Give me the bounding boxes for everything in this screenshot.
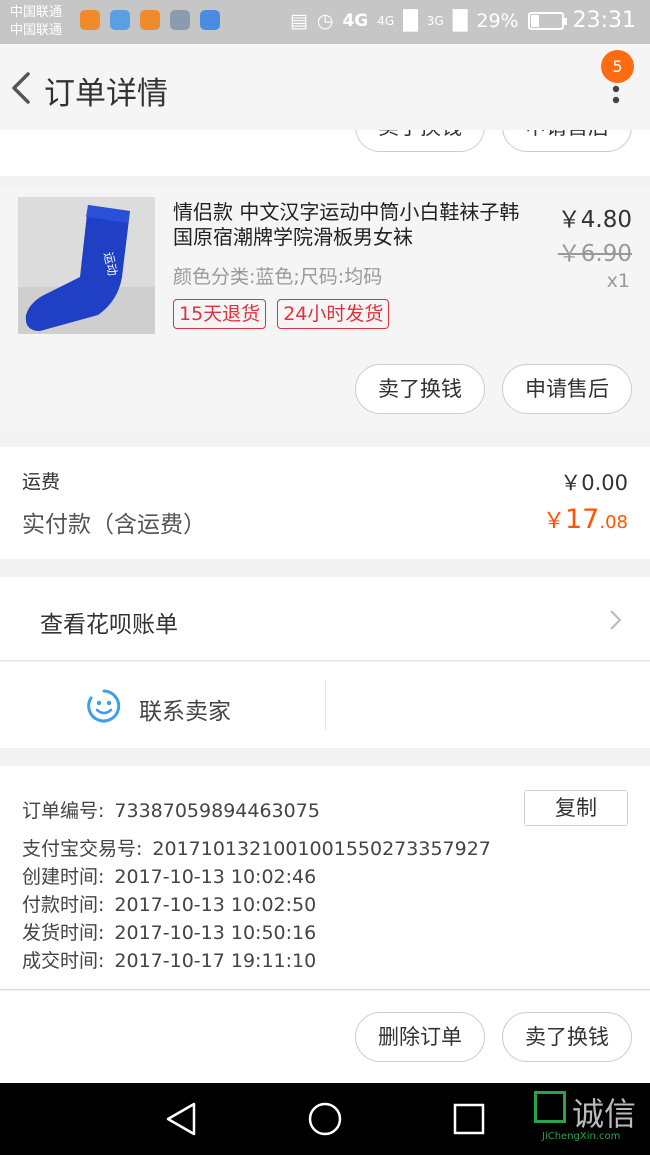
notification-badge: 5 <box>601 50 634 83</box>
amount-paid-label: 实付款（含运费） <box>22 512 206 538</box>
product-title[interactable]: 情侣款 中文汉字运动中筒小白鞋袜子韩国原宿潮牌学院滑板男女袜 <box>173 200 533 250</box>
product-price: ￥4.80 <box>557 207 632 233</box>
request-after-sale-button[interactable]: 申请售后 <box>502 364 632 414</box>
request-after-sale-button[interactable]: 申请售后 <box>502 130 632 152</box>
signal-icon: █ <box>403 9 418 32</box>
info-value: 2017-10-17 19:11:10 <box>114 950 317 972</box>
shipped-time-row: 发货时间: 2017-10-13 10:50:16 <box>22 918 316 945</box>
info-value: 2017-10-13 10:02:46 <box>114 866 317 888</box>
watermark-url: JiChengXin.com <box>542 1131 621 1142</box>
notification-icons <box>80 10 220 30</box>
back-arrow-icon[interactable] <box>8 68 38 108</box>
health-icon <box>110 10 130 30</box>
recent-apps-icon[interactable] <box>452 1102 486 1136</box>
sell-for-cash-button[interactable]: 卖了换钱 <box>355 130 485 152</box>
vibrate-icon: ▤ <box>289 9 308 32</box>
product-quantity: x1 <box>606 270 630 292</box>
alipay-trade-row: 支付宝交易号: 2017101321001001550273357927 <box>22 834 491 861</box>
info-key: 发货时间: <box>22 922 105 944</box>
battery-fill <box>530 14 540 27</box>
contact-seller-button[interactable]: 联系卖家 <box>0 662 325 748</box>
info-key: 订单编号: <box>22 800 105 822</box>
system-nav-bar: 诚信 JiChengXin.com <box>0 1083 650 1155</box>
clock: 23:31 <box>572 8 636 33</box>
info-key: 支付宝交易号: <box>22 838 143 860</box>
home-circle-icon[interactable] <box>307 1101 343 1137</box>
alarm-icon: ◷ <box>316 9 334 32</box>
watermark-text: 诚信 <box>572 1095 637 1133</box>
currency-symbol: ￥ <box>542 509 565 534</box>
info-value: 2017-10-13 10:02:50 <box>114 894 317 916</box>
contact-seller-label: 联系卖家 <box>139 699 231 725</box>
original-price: ￥6.90 <box>557 241 632 267</box>
info-key: 成交时间: <box>22 950 105 972</box>
info-key: 创建时间: <box>22 866 105 888</box>
amount-decimal: .08 <box>599 512 628 533</box>
carrier-1: 中国联通 <box>10 5 63 20</box>
network-label-1: 4G <box>342 10 369 31</box>
status-bar: 中国联通 中国联通 ▤ ◷ 4G 4G █ 3G █ 29% 23:31 <box>0 0 650 44</box>
network-label-2: 4G <box>377 13 395 28</box>
info-value: 2017101321001001550273357927 <box>152 838 491 860</box>
network-label-3: 3G <box>426 13 444 28</box>
return-policy-tag: 15天退货 <box>173 299 267 329</box>
page-title: 订单详情 <box>44 76 168 112</box>
watermark-icon <box>534 1091 566 1123</box>
bird-app-icon <box>200 10 220 30</box>
prev-item-actions: 卖了换钱 申请售后 <box>0 130 650 176</box>
order-item[interactable]: 运动 情侣款 中文汉字运动中筒小白鞋袜子韩国原宿潮牌学院滑板男女袜 颜色分类:蓝… <box>0 186 650 432</box>
order-number-row: 订单编号: 73387059894463075 <box>22 796 320 823</box>
carrier-info: 中国联通 中国联通 <box>10 4 62 40</box>
huabei-bill-row[interactable]: 查看花呗账单 <box>0 577 650 661</box>
shipping-fee-value: ￥0.00 <box>560 471 628 495</box>
signal-icon: █ <box>452 9 468 32</box>
chat-smile-icon <box>87 689 121 723</box>
divider <box>325 680 326 730</box>
amount-integer: 17 <box>565 504 600 535</box>
back-triangle-icon[interactable] <box>164 1101 198 1137</box>
bottom-actions: 删除订单 卖了换钱 <box>0 991 650 1083</box>
created-time-row: 创建时间: 2017-10-13 10:02:46 <box>22 862 316 889</box>
uc-browser-icon <box>80 10 100 30</box>
gallery-icon <box>170 10 190 30</box>
info-key: 付款时间: <box>22 894 105 916</box>
shipping-time-tag: 24小时发货 <box>277 299 390 329</box>
delete-order-button[interactable]: 删除订单 <box>355 1012 485 1062</box>
sell-for-cash-button[interactable]: 卖了换钱 <box>502 1012 632 1062</box>
info-value: 73387059894463075 <box>114 800 320 822</box>
status-right: ▤ ◷ 4G 4G █ 3G █ 29% 23:31 <box>290 8 636 33</box>
uc-browser-icon <box>140 10 160 30</box>
copy-button[interactable]: 复制 <box>524 790 628 826</box>
order-totals: 运费 ￥0.00 实付款（含运费） ￥17.08 <box>0 447 650 559</box>
watermark-logo: 诚信 JiChengXin.com <box>534 1089 650 1149</box>
battery-percent: 29% <box>476 9 519 32</box>
amount-paid-value: ￥17.08 <box>543 503 628 535</box>
chevron-right-icon <box>610 610 622 630</box>
battery-icon <box>527 11 567 30</box>
contact-row: 联系卖家 <box>0 662 650 748</box>
paid-time-row: 付款时间: 2017-10-13 10:02:50 <box>22 890 316 917</box>
header: 订单详情 5 <box>0 44 650 130</box>
info-value: 2017-10-13 10:50:16 <box>114 922 317 944</box>
product-thumbnail[interactable]: 运动 <box>18 197 155 334</box>
product-variant: 颜色分类:蓝色;尺码:均码 <box>173 266 383 288</box>
shipping-fee-label: 运费 <box>22 471 61 493</box>
completed-time-row: 成交时间: 2017-10-17 19:11:10 <box>22 946 316 973</box>
service-tags: 15天退货 24小时发货 <box>173 299 390 329</box>
order-info: 订单编号: 73387059894463075 复制 支付宝交易号: 2017101… <box>0 766 650 990</box>
huabei-bill-label: 查看花呗账单 <box>40 612 178 638</box>
carrier-2: 中国联通 <box>10 23 63 38</box>
sell-for-cash-button[interactable]: 卖了换钱 <box>355 364 485 414</box>
